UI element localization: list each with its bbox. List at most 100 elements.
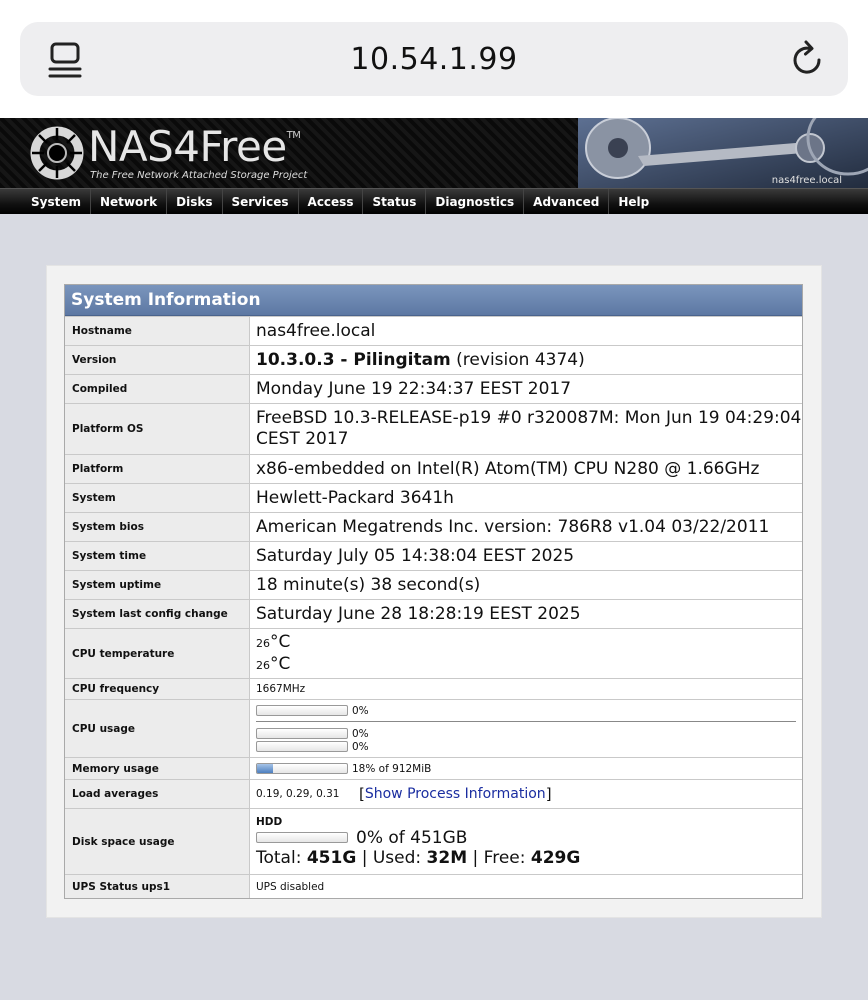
ups-status-label: UPS Status ups1: [65, 875, 250, 898]
version-label: Version: [65, 346, 250, 374]
disk-space-usage-label: Disk space usage: [65, 809, 250, 874]
nas4free-header: NAS4FreeTM The Free Network Attached Sto…: [0, 118, 868, 188]
cpu-usage-core-1-text: 0%: [352, 727, 369, 740]
disk-usage-text: 0% of 451GB: [356, 827, 468, 848]
tagline: The Free Network Attached Storage Projec…: [90, 170, 308, 181]
row-config-change: System last config change Saturday June …: [65, 599, 802, 628]
disk-free-value: 429G: [530, 847, 581, 868]
memory-usage-bar: [256, 763, 348, 774]
row-hostname: Hostname nas4free.local: [65, 316, 802, 345]
version-revision: (revision 4374): [456, 350, 585, 370]
row-system-time: System time Saturday July 05 14:38:04 EE…: [65, 541, 802, 570]
cpu-frequency-value: 1667MHz: [256, 683, 306, 695]
system-information-table: System Information Hostname nas4free.loc…: [64, 284, 803, 899]
platform-value: x86-embedded on Intel(R) Atom(TM) CPU N2…: [256, 459, 760, 479]
bios-value: American Megatrends Inc. version: 786R8 …: [256, 517, 770, 537]
disk-used-label: Used:: [372, 847, 422, 868]
memory-usage-text: 18% of 912MiB: [352, 762, 432, 775]
row-compiled: Compiled Monday June 19 22:34:37 EEST 20…: [65, 374, 802, 403]
nav-disks[interactable]: Disks: [167, 189, 223, 214]
cpu-usage-core-1-bar: [256, 728, 348, 739]
config-change-value: Saturday June 28 18:28:19 EEST 2025: [256, 604, 581, 624]
disk-separator-1: |: [361, 847, 368, 868]
cpu-temp-unit-1: °C: [270, 631, 291, 652]
row-load-averages: Load averages 0.19, 0.29, 0.31 [Show Pro…: [65, 779, 802, 808]
cpu-usage-core-2-bar: [256, 741, 348, 752]
row-cpu-usage: CPU usage 0% 0% 0%: [65, 699, 802, 757]
row-memory-usage: Memory usage 18% of 912MiB: [65, 757, 802, 779]
cpu-temperature-core-1: 26°C: [256, 654, 802, 676]
system-label: System: [65, 484, 250, 512]
cpu-usage-total-bar: [256, 705, 348, 716]
reload-icon[interactable]: [790, 40, 826, 78]
compiled-label: Compiled: [65, 375, 250, 403]
load-averages-label: Load averages: [65, 780, 250, 808]
system-time-label: System time: [65, 542, 250, 570]
cpu-usage-core-1: 0%: [256, 727, 802, 740]
cpu-usage-value: 0% 0% 0%: [250, 700, 802, 757]
cpu-temperature-label: CPU temperature: [65, 629, 250, 678]
nav-help[interactable]: Help: [609, 189, 658, 214]
nav-system[interactable]: System: [22, 189, 91, 214]
hostname-value: nas4free.local: [256, 321, 376, 341]
platform-os-value: FreeBSD 10.3-RELEASE-p19 #0 r320087M: Mo…: [256, 408, 802, 449]
cpu-temp-1: 26: [256, 636, 270, 650]
disk-free-label: Free:: [483, 847, 526, 868]
cpu-usage-total: 0%: [256, 704, 802, 717]
show-process-information-link[interactable]: Show Process Information: [365, 786, 546, 802]
cpu-temp-2: 26: [256, 658, 270, 672]
disk-total-value: 451G: [306, 847, 357, 868]
row-system: System Hewlett-Packard 3641h: [65, 483, 802, 512]
memory-usage-line: 18% of 912MiB: [256, 762, 802, 775]
cpu-usage-core-2: 0%: [256, 740, 802, 753]
nav-services[interactable]: Services: [223, 189, 299, 214]
disk-total-label: Total:: [256, 847, 302, 868]
header-hostname: nas4free.local: [771, 175, 842, 186]
system-time-value: Saturday July 05 14:38:04 EEST 2025: [256, 546, 575, 566]
browser-chrome: 10.54.1.99: [0, 0, 868, 118]
table-title: System Information: [65, 285, 802, 316]
uptime-value: 18 minute(s) 38 second(s): [256, 575, 481, 595]
bracket-close: ]: [545, 785, 552, 803]
trademark: TM: [286, 130, 301, 141]
disk-used-value: 32M: [426, 847, 468, 868]
compiled-value: Monday June 19 22:34:37 EEST 2017: [256, 379, 572, 399]
nav-advanced[interactable]: Advanced: [524, 189, 610, 214]
bios-label: System bios: [65, 513, 250, 541]
load-averages-value: 0.19, 0.29, 0.31 [Show Process Informati…: [250, 780, 802, 808]
nav-access[interactable]: Access: [299, 189, 364, 214]
platform-os-label: Platform OS: [65, 404, 250, 454]
row-platform-os: Platform OS FreeBSD 10.3-RELEASE-p19 #0 …: [65, 403, 802, 454]
cpu-frequency-label: CPU frequency: [65, 679, 250, 699]
nav-status[interactable]: Status: [363, 189, 427, 214]
cpu-temp-unit-2: °C: [270, 653, 291, 674]
brand-logo[interactable]: NAS4FreeTM: [88, 122, 301, 171]
row-version: Version 10.3.0.3 - Pilingitam (revision …: [65, 345, 802, 374]
cpu-usage-divider: [256, 721, 796, 722]
config-change-label: System last config change: [65, 600, 250, 628]
disk-usage-bar: [256, 832, 348, 843]
cpu-temperature-value: 26°C 26°C: [250, 629, 802, 678]
memory-usage-fill: [257, 764, 274, 773]
row-cpu-temperature: CPU temperature 26°C 26°C: [65, 628, 802, 678]
address-bar[interactable]: 10.54.1.99: [20, 22, 848, 96]
system-value: Hewlett-Packard 3641h: [256, 488, 454, 508]
memory-usage-label: Memory usage: [65, 758, 250, 779]
disk-separator-2: |: [472, 847, 479, 868]
disk-name: HDD: [256, 815, 283, 828]
disk-space-usage-value: HDD 0% of 451GB Total: 451G | Used: 32M …: [250, 809, 802, 874]
nav-diagnostics[interactable]: Diagnostics: [426, 189, 525, 214]
platform-label: Platform: [65, 455, 250, 483]
cpu-usage-total-text: 0%: [352, 704, 369, 717]
main-nav: System Network Disks Services Access Sta…: [0, 188, 868, 214]
logo-ring-icon: [30, 126, 84, 180]
cpu-usage-core-2-text: 0%: [352, 740, 369, 753]
row-cpu-frequency: CPU frequency 1667MHz: [65, 678, 802, 699]
url-text[interactable]: 10.54.1.99: [20, 42, 848, 77]
disk-totals: Total: 451G | Used: 32M | Free: 429G: [256, 848, 802, 868]
row-uptime: System uptime 18 minute(s) 38 second(s): [65, 570, 802, 599]
memory-usage-value: 18% of 912MiB: [250, 758, 802, 779]
nav-network[interactable]: Network: [91, 189, 168, 214]
version-value: 10.3.0.3 - Pilingitam (revision 4374): [250, 346, 802, 374]
cpu-temperature-core-0: 26°C: [256, 632, 802, 654]
